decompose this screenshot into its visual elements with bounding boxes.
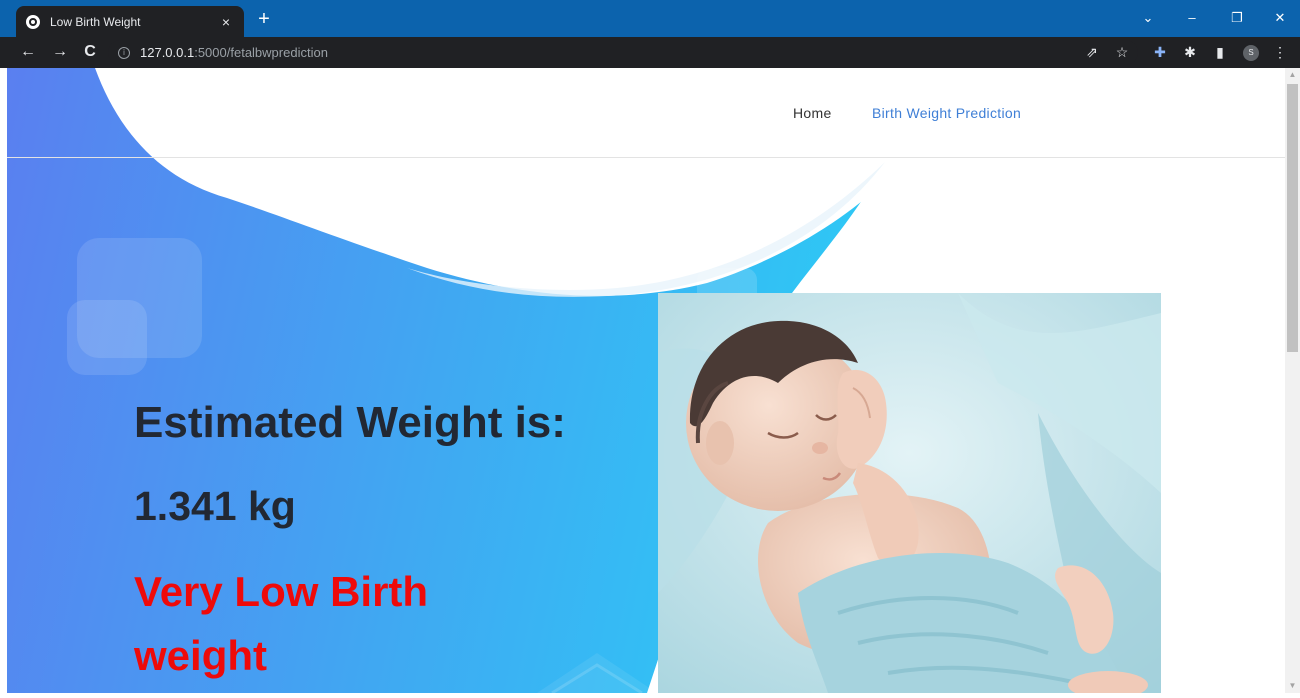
tab-title: Low Birth Weight: [50, 14, 141, 29]
scrollbar-thumb[interactable]: [1287, 84, 1298, 352]
forward-button[interactable]: →: [48, 40, 72, 64]
tab-search-icon[interactable]: ⌄: [1133, 6, 1163, 30]
navbar-divider: [7, 157, 1285, 158]
browser-tab[interactable]: Low Birth Weight ×: [16, 6, 244, 37]
scroll-up-arrow-icon[interactable]: ▲: [1285, 68, 1300, 82]
newborn-baby-image: [658, 293, 1161, 693]
bookmark-star-icon[interactable]: ☆: [1112, 42, 1132, 62]
baby-photo-illustration: [658, 293, 1161, 693]
profile-avatar[interactable]: S: [1243, 45, 1259, 61]
browser-titlebar: Low Birth Weight × + ⌄ – ❐ ✕: [0, 0, 1300, 37]
close-tab-icon[interactable]: ×: [218, 14, 234, 30]
puzzle-extensions-icon[interactable]: ✱: [1180, 42, 1200, 62]
result-heading: Estimated Weight is:: [134, 398, 566, 447]
share-icon[interactable]: ⇗: [1082, 42, 1102, 62]
nav-birth-weight-prediction-link[interactable]: Birth Weight Prediction: [872, 105, 1021, 121]
info-icon[interactable]: i: [118, 46, 130, 59]
page-viewport: Home Birth Weight Prediction Estimated W…: [7, 68, 1285, 693]
close-window-button[interactable]: ✕: [1265, 6, 1295, 30]
url-host: 127.0.0.1: [140, 45, 195, 60]
vertical-scrollbar[interactable]: ▲ ▼: [1285, 68, 1300, 693]
minimize-button[interactable]: –: [1177, 6, 1207, 30]
menu-icon[interactable]: ⋮: [1270, 42, 1290, 62]
browser-toolbar: ← → C i 127.0.0.1:5000/fetalbwprediction…: [0, 37, 1300, 68]
nav-home-link[interactable]: Home: [793, 105, 832, 121]
new-tab-button[interactable]: +: [253, 8, 275, 30]
side-panel-icon[interactable]: ▮: [1210, 42, 1230, 62]
address-bar[interactable]: i 127.0.0.1:5000/fetalbwprediction: [108, 40, 1138, 65]
url-path: :5000/fetalbwprediction: [194, 45, 328, 60]
back-button[interactable]: ←: [16, 40, 40, 64]
weight-category: Very Low Birth weight: [134, 568, 429, 679]
reload-button[interactable]: C: [78, 40, 102, 64]
estimated-weight-value: 1.341 kg: [134, 483, 296, 529]
restore-button[interactable]: ❐: [1222, 6, 1252, 30]
globe-icon: [26, 14, 40, 29]
extension-icon[interactable]: ✚: [1150, 42, 1170, 62]
scroll-down-arrow-icon[interactable]: ▼: [1285, 679, 1300, 693]
